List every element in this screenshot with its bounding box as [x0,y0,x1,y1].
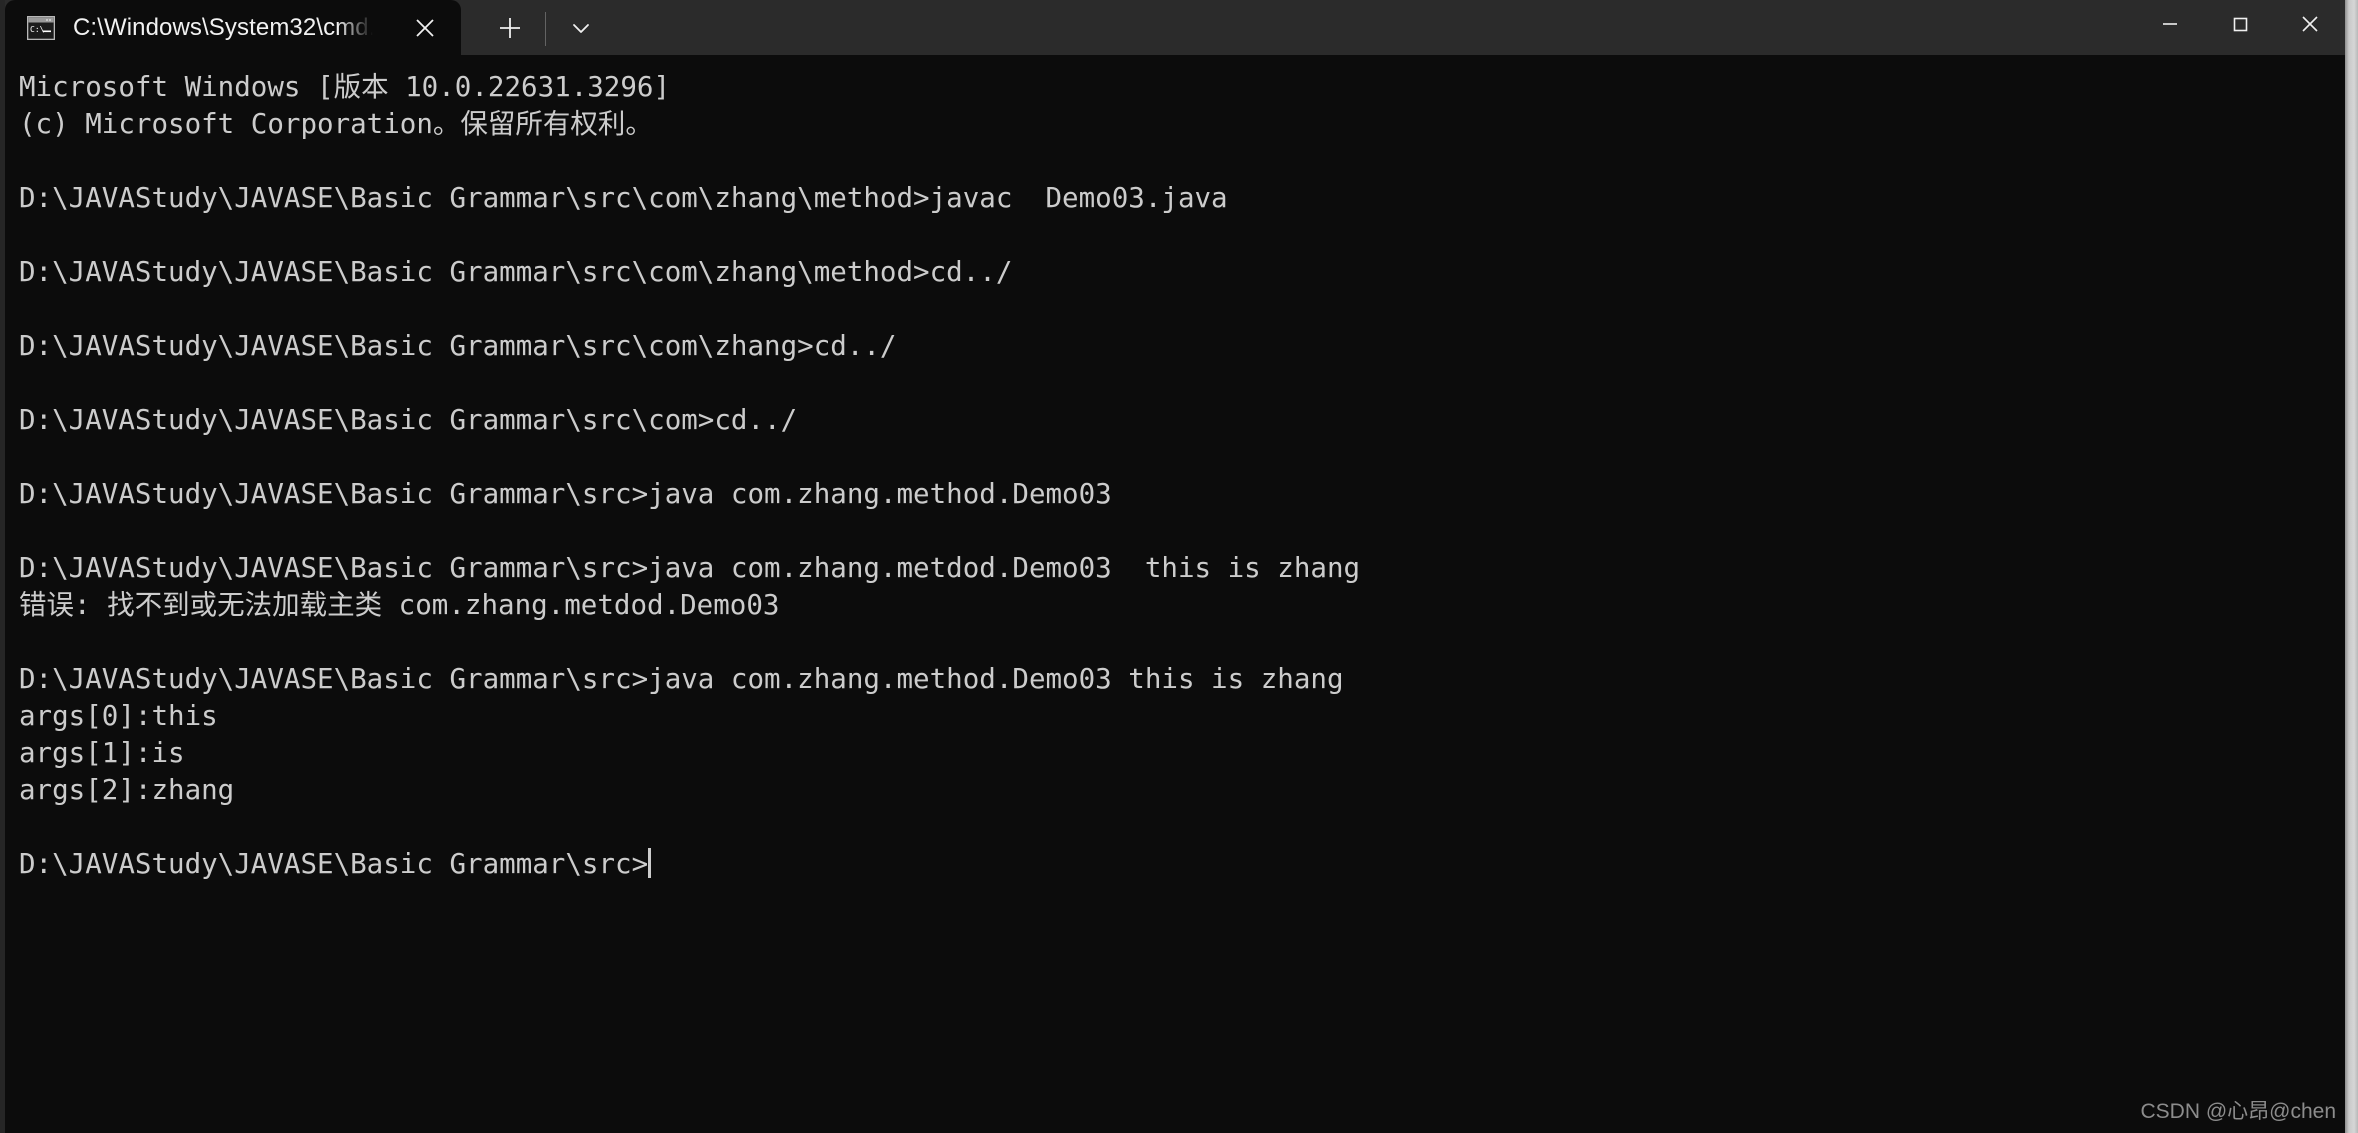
prompt-path: D:\JAVAStudy\JAVASE\Basic Grammar\src> [19,848,649,880]
text-cursor [648,848,652,878]
maximize-button[interactable] [2205,0,2275,48]
chevron-down-icon[interactable] [552,5,610,51]
terminal-line: D:\JAVAStudy\JAVASE\Basic Grammar\src\co… [19,404,798,436]
terminal-line: D:\JAVAStudy\JAVASE\Basic Grammar\src>ja… [19,478,1112,510]
window-right-edge [2345,0,2358,1133]
terminal-active-prompt[interactable]: D:\JAVAStudy\JAVASE\Basic Grammar\src> [19,846,2345,883]
terminal-output-area[interactable]: Microsoft Windows [版本 10.0.22631.3296] (… [5,55,2345,1133]
close-button[interactable] [2275,0,2345,48]
terminal-window: C:\ C:\Windows\System32\cmd.e Microsoft … [0,0,2358,1133]
terminal-line: D:\JAVAStudy\JAVASE\Basic Grammar\src\co… [19,256,1013,288]
title-bar: C:\ C:\Windows\System32\cmd.e [0,0,2345,55]
tab-close-icon[interactable] [399,8,451,48]
csdn-watermark: CSDN @心昂@chen [2140,1100,2336,1123]
cmd-console-icon: C:\ [26,15,56,40]
terminal-line: D:\JAVAStudy\JAVASE\Basic Grammar\src>ja… [19,552,1361,584]
tab-title: C:\Windows\System32\cmd.e [73,13,373,41]
titlebar-drag-area [610,0,2135,55]
terminal-line: D:\JAVAStudy\JAVASE\Basic Grammar\src>ja… [19,663,1344,695]
window-controls [2135,0,2345,55]
terminal-line: D:\JAVAStudy\JAVASE\Basic Grammar\src\co… [19,182,1228,214]
tab-strip-separator [545,12,546,46]
window-left-edge [0,0,5,1133]
svg-text:C:\: C:\ [30,25,45,34]
minimize-button[interactable] [2135,0,2205,48]
terminal-line: args[1]:is [19,737,185,769]
terminal-line: args[0]:this [19,700,218,732]
terminal-line: Microsoft Windows [版本 10.0.22631.3296] [19,71,671,103]
new-tab-button[interactable] [481,5,539,51]
terminal-line: args[2]:zhang [19,774,235,806]
terminal-line: (c) Microsoft Corporation。保留所有权利。 [19,108,653,140]
tab-strip: C:\ C:\Windows\System32\cmd.e [0,0,610,55]
terminal-line: D:\JAVAStudy\JAVASE\Basic Grammar\src\co… [19,330,897,362]
terminal-error-line: 错误: 找不到或无法加载主类 com.zhang.metdod.Demo03 [19,589,780,621]
tab-cmd[interactable]: C:\ C:\Windows\System32\cmd.e [5,0,461,55]
